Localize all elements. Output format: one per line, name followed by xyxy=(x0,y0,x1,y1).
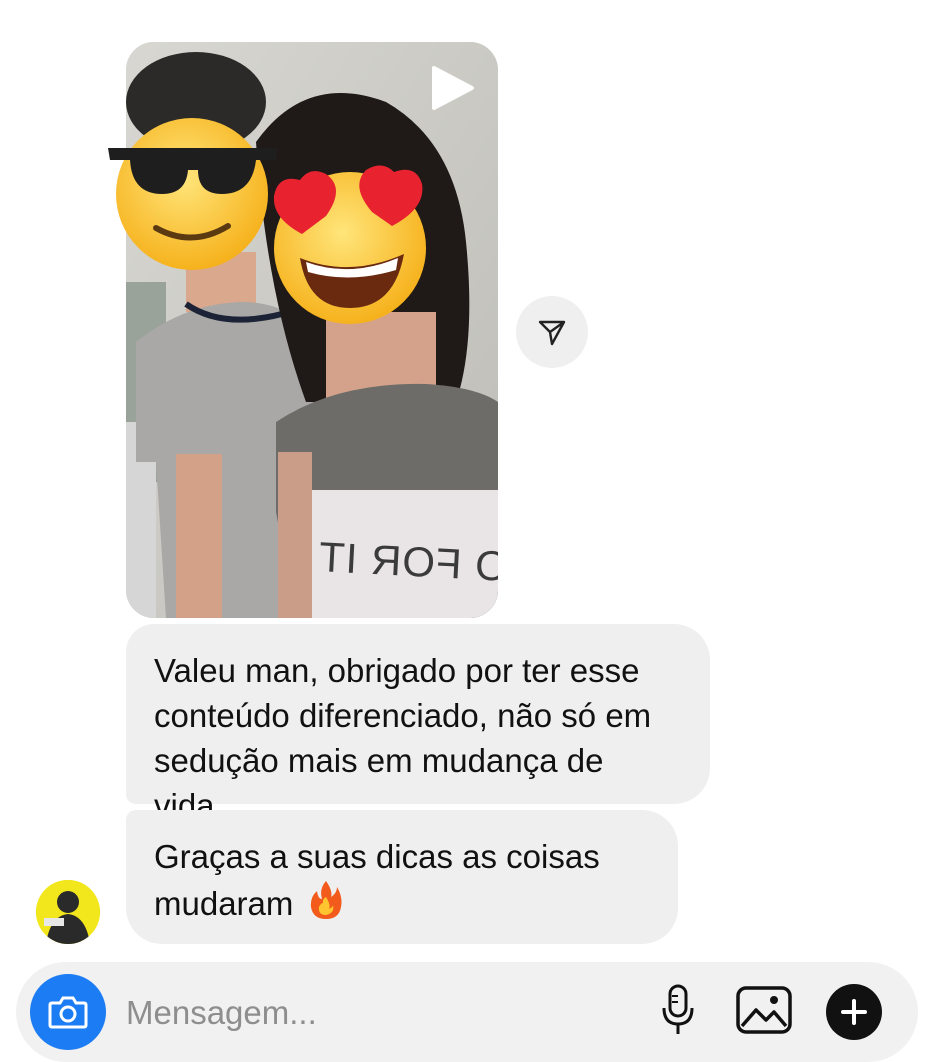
previous-message-edge xyxy=(438,0,498,4)
microphone-icon[interactable] xyxy=(660,984,696,1036)
camera-button[interactable] xyxy=(30,974,106,1050)
message-text: Valeu man, obrigado por ter esse conteúd… xyxy=(154,652,652,824)
send-share-icon xyxy=(538,320,566,346)
fire-icon xyxy=(310,881,342,919)
sunglasses-emoji-icon xyxy=(108,118,278,270)
message-bubble[interactable]: Valeu man, obrigado por ter esse conteúd… xyxy=(126,624,710,824)
avatar[interactable] xyxy=(36,880,100,944)
message-bubble[interactable]: Graças a suas dicas as coisas mudaram xyxy=(126,810,678,944)
shirt-print-text: O FOR IT xyxy=(316,533,498,590)
share-button[interactable] xyxy=(516,296,588,368)
heart-eyes-emoji-icon xyxy=(273,165,426,324)
message-text: Graças a suas dicas as coisas mudaram xyxy=(154,838,600,922)
play-icon[interactable] xyxy=(428,64,476,112)
plus-button[interactable] xyxy=(826,984,882,1040)
plus-icon xyxy=(841,999,867,1025)
profile-photo xyxy=(36,880,100,944)
message-input[interactable] xyxy=(126,988,626,1038)
image-gallery-icon[interactable] xyxy=(734,984,794,1036)
